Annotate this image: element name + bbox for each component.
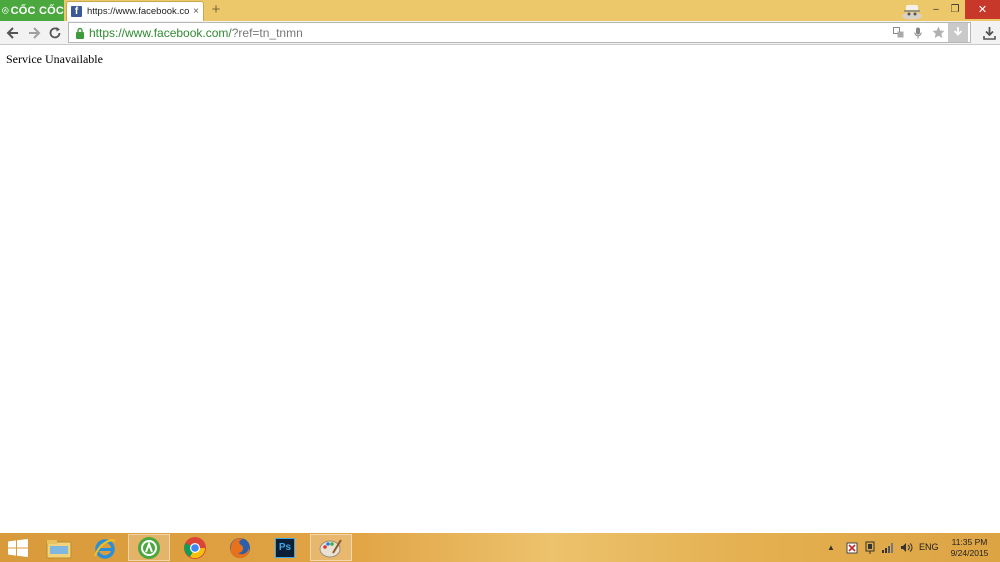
taskbar-paint[interactable]: [310, 534, 352, 561]
page-content: Service Unavailable: [0, 45, 1000, 533]
photoshop-label: Ps: [278, 542, 292, 553]
browser-toolbar: https://www.facebook.com/?ref=tn_tnmn: [0, 21, 1000, 45]
tab-facebook[interactable]: f https://www.facebook.com/?ref=tn_tnmn …: [66, 1, 204, 21]
user-avatar-icon[interactable]: [900, 1, 924, 20]
window-restore-button[interactable]: ❐: [946, 0, 964, 19]
reload-button[interactable]: [46, 24, 64, 42]
tab-close-icon[interactable]: ×: [193, 6, 199, 17]
windows-start-icon[interactable]: [8, 539, 28, 557]
download-arrow-icon[interactable]: [948, 23, 968, 42]
facebook-icon: f: [71, 6, 82, 17]
flag-icon[interactable]: [844, 541, 860, 555]
browser-titlebar: CỐC CỐC f https://www.facebook.com/?ref=…: [0, 0, 1000, 21]
signal-bars-icon[interactable]: [880, 541, 896, 555]
star-icon[interactable]: [928, 23, 948, 42]
volume-icon[interactable]: [898, 541, 914, 555]
taskbar-firefox[interactable]: [219, 534, 261, 561]
clock-time: 11:35 PM: [951, 537, 988, 547]
clock-date: 9/24/2015: [950, 548, 989, 558]
url-text[interactable]: https://www.facebook.com/?ref=tn_tnmn: [89, 26, 303, 40]
network-adapter-icon[interactable]: [862, 541, 878, 555]
windows-taskbar: Ps ▲ ENG 11:35 PM 9/24/2015: [0, 533, 1000, 562]
reload-icon: [49, 27, 61, 39]
system-tray: [844, 533, 916, 562]
omnibox-actions: [888, 23, 968, 42]
downloads-button[interactable]: [980, 24, 998, 42]
taskbar-photoshop[interactable]: Ps: [264, 534, 306, 561]
paint-icon: [319, 538, 342, 557]
forward-arrow-icon: [29, 27, 41, 39]
file-explorer-icon: [46, 539, 72, 558]
taskbar-file-explorer[interactable]: [38, 534, 80, 561]
photoshop-icon: Ps: [275, 537, 295, 558]
new-tab-button[interactable]: +: [209, 1, 223, 19]
tab-title: https://www.facebook.com/?ref=tn_tnmn: [87, 6, 189, 17]
internet-explorer-icon: [94, 538, 116, 559]
address-bar[interactable]: https://www.facebook.com/?ref=tn_tnmn: [68, 22, 971, 43]
chrome-icon: [184, 536, 206, 559]
brand-label: CỐC CỐC: [10, 4, 64, 17]
forward-button[interactable]: [25, 24, 43, 42]
coccoc-logo-icon: [2, 7, 9, 14]
download-icon: [982, 27, 996, 40]
tray-show-hidden-icons[interactable]: ▲: [827, 533, 835, 562]
back-button[interactable]: [4, 24, 22, 42]
error-message: Service Unavailable: [6, 52, 103, 66]
lock-icon: [76, 27, 84, 39]
taskbar-chrome[interactable]: [174, 534, 216, 561]
back-arrow-icon: [6, 27, 18, 39]
taskbar-internet-explorer[interactable]: [84, 534, 126, 561]
url-path: ?ref=tn_tnmn: [231, 25, 303, 40]
input-language[interactable]: ENG: [919, 542, 939, 552]
taskbar-clock[interactable]: 11:35 PM 9/24/2015: [947, 537, 992, 559]
taskbar-coccoc[interactable]: [128, 534, 170, 561]
window-close-button[interactable]: ✕: [965, 0, 1000, 19]
translate-icon[interactable]: [888, 23, 908, 42]
url-host: https://www.facebook.com/: [89, 25, 232, 40]
mic-icon[interactable]: [908, 23, 928, 42]
coccoc-brand-button[interactable]: CỐC CỐC: [0, 0, 64, 21]
coccoc-icon: [138, 536, 160, 559]
firefox-icon: [230, 537, 250, 558]
window-minimize-button[interactable]: –: [926, 0, 946, 19]
